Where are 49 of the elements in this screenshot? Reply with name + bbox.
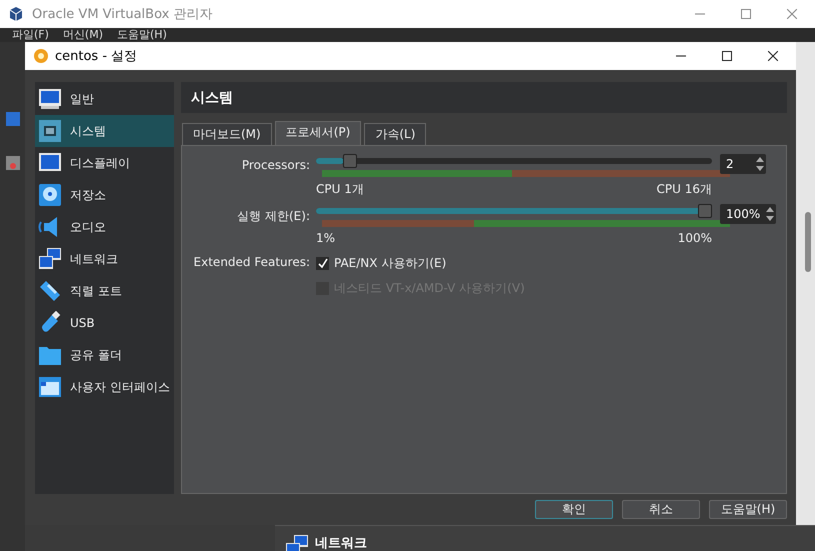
min-label: CPU 1개	[316, 181, 364, 198]
checkbox-label: PAE/NX 사용하기(E)	[334, 255, 446, 272]
sidebar-item[interactable]: 직렬 포트	[35, 275, 174, 307]
menu-item[interactable]: 파일(F)	[12, 28, 49, 41]
tab[interactable]: 프로세서(P)	[274, 121, 362, 145]
slider-handle[interactable]	[698, 204, 712, 218]
max-label: CPU 16개	[656, 181, 712, 198]
window-title: centos - 설정	[55, 48, 138, 65]
tab[interactable]: 마더보드(M)	[182, 123, 272, 145]
section-heading: 네트워크	[315, 535, 367, 551]
menu-item[interactable]: 도움말(H)	[117, 28, 167, 41]
sidebar-item[interactable]: 오디오	[35, 211, 174, 243]
max-label: 100%	[678, 231, 712, 245]
sidebar-item[interactable]: 네트워크	[35, 243, 174, 275]
min-label: 1%	[316, 231, 336, 245]
field-label: Extended Features:	[192, 254, 311, 269]
menu-item[interactable]: 머신(M)	[62, 28, 103, 41]
network-icon	[285, 534, 309, 551]
tab[interactable]: 가속(L)	[364, 123, 426, 145]
slider[interactable]	[316, 204, 712, 218]
network-icon	[38, 247, 62, 271]
page-title: 시스템	[181, 82, 787, 113]
slider-handle[interactable]	[342, 154, 357, 168]
maximize-icon[interactable]	[722, 51, 732, 61]
spin-arrows-icon[interactable]	[764, 205, 776, 223]
spin-box[interactable]: 2	[720, 154, 766, 174]
slider[interactable]	[316, 154, 712, 168]
sidebar-item[interactable]: 디스플레이	[35, 147, 174, 179]
dialog-button[interactable]: 확인	[535, 500, 613, 519]
checkbox[interactable]	[316, 257, 329, 270]
dialog-button[interactable]: 취소	[622, 500, 700, 519]
spin-box[interactable]: 100%	[720, 204, 776, 224]
cube-icon	[8, 6, 24, 22]
dialog-button[interactable]: 도움말(H)	[709, 500, 787, 519]
field-label: 실행 제한(E):	[236, 208, 311, 225]
sidebar-item[interactable]: 일반	[35, 83, 174, 115]
scrollbar-thumb[interactable]	[805, 212, 811, 272]
window-icon	[38, 375, 62, 399]
close-icon[interactable]	[768, 51, 778, 61]
spin-arrows-icon[interactable]	[754, 155, 766, 173]
chip-icon	[38, 119, 62, 143]
sidebar-item[interactable]: USB	[35, 307, 174, 339]
sidebar-item[interactable]: 시스템	[35, 115, 174, 147]
monitor-icon	[38, 87, 62, 111]
field-label: Processors:	[240, 157, 311, 172]
sidebar-item[interactable]: 사용자 인터페이스	[35, 371, 174, 403]
sidebar-item[interactable]: 저장소	[35, 179, 174, 211]
window-title: Oracle VM VirtualBox 관리자	[31, 6, 214, 23]
sidebar-item[interactable]: 공유 폴더	[35, 339, 174, 371]
